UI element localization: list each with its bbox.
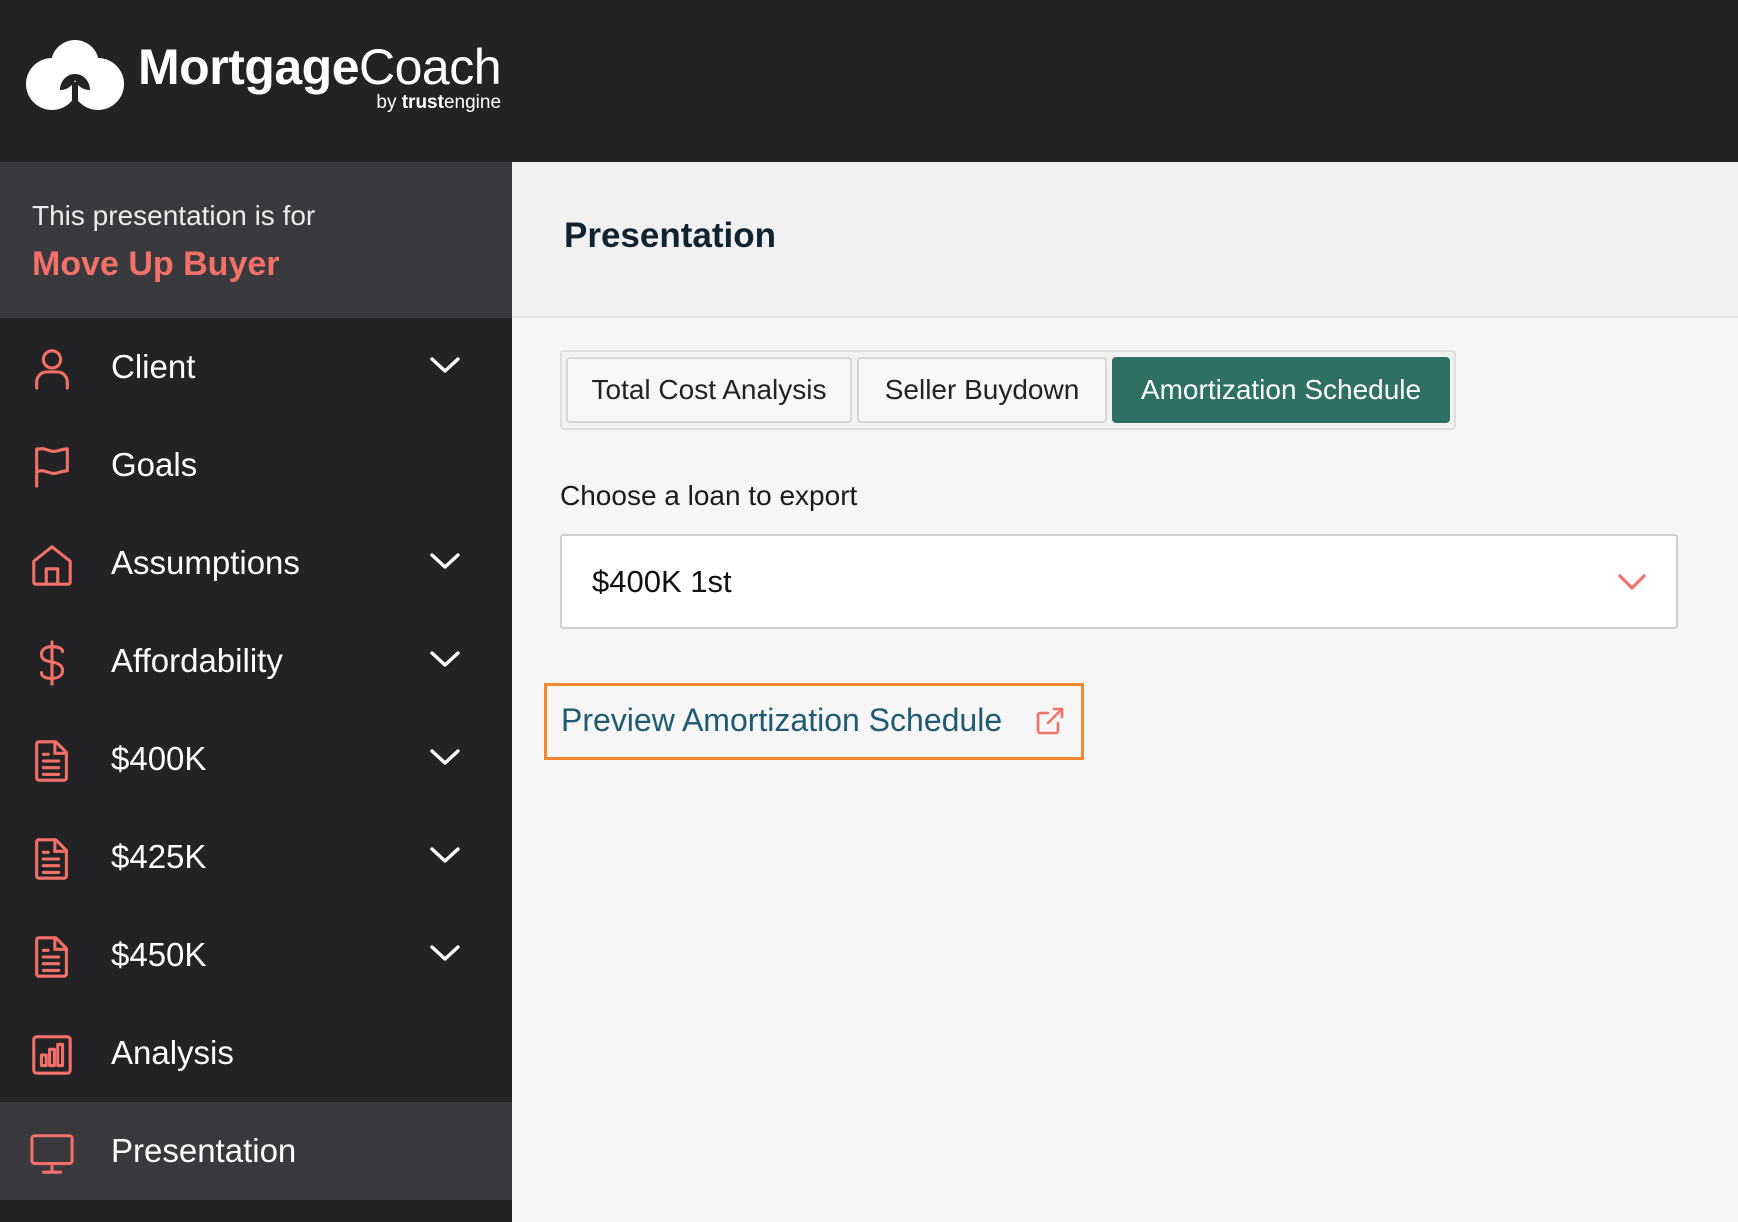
sidebar-item-425k[interactable]: $425K [0, 808, 512, 906]
logo-mark-icon [26, 40, 124, 116]
sidebar-item-affordability[interactable]: Affordability [0, 612, 512, 710]
external-link-icon[interactable] [1035, 706, 1065, 736]
chevron-down-icon[interactable] [428, 940, 462, 966]
preview-amortization-link[interactable]: Preview Amortization Schedule [561, 702, 1002, 739]
sidebar-item-label: Assumptions [111, 544, 300, 581]
loan-select-label: Choose a loan to export [560, 480, 858, 511]
sidebar-item-presentation[interactable]: Presentation [0, 1102, 512, 1200]
export-tabs: Total Cost Analysis Seller Buydown Amort… [560, 350, 1456, 430]
sidebar-item-analysis[interactable]: Analysis [0, 1004, 512, 1102]
person-icon [28, 345, 76, 393]
brand-name-light: Coach [359, 39, 502, 95]
sidebar-item-label: Presentation [111, 1132, 297, 1169]
sidebar-item-label: Affordability [111, 642, 283, 679]
sidebar-item-label: Client [111, 348, 196, 385]
sidebar-item-assumptions[interactable]: Assumptions [0, 514, 512, 612]
loan-select[interactable]: $400K 1st [560, 534, 1678, 629]
sidebar-item-450k[interactable]: $450K [0, 906, 512, 1004]
top-header: MortgageCoach by trustengine [0, 0, 1738, 162]
sidebar-nav: Client Goals Assumptions Affordability $… [0, 318, 512, 1200]
brand-name-bold: Mortgage [138, 39, 360, 95]
sidebar-item-label: Analysis [111, 1034, 234, 1071]
sidebar-item-label: $400K [111, 740, 207, 777]
chevron-down-icon[interactable] [428, 842, 462, 868]
sidebar: This presentation is for Move Up Buyer C… [0, 162, 512, 1222]
monitor-icon [28, 1129, 76, 1177]
tab-seller-buydown[interactable]: Seller Buydown [857, 357, 1107, 423]
client-name: Move Up Buyer [32, 245, 280, 283]
document-icon [28, 835, 76, 883]
sidebar-item-label: $450K [111, 936, 207, 973]
sidebar-item-label: $425K [111, 838, 207, 875]
document-icon [28, 933, 76, 981]
loan-select-value: $400K 1st [592, 564, 732, 599]
sidebar-item-client[interactable]: Client [0, 318, 512, 416]
brand-by: by [376, 92, 402, 113]
document-icon [28, 737, 76, 785]
tab-amortization-schedule[interactable]: Amortization Schedule [1112, 357, 1450, 423]
page-title: Presentation [564, 216, 776, 255]
home-icon [28, 541, 76, 589]
brand-by-bold: trust [401, 92, 444, 113]
sidebar-item-goals[interactable]: Goals [0, 416, 512, 514]
brand-logo[interactable]: MortgageCoach by trustengine [26, 38, 502, 116]
page-header: Presentation [512, 162, 1738, 318]
sidebar-item-label: Goals [111, 446, 198, 483]
chevron-down-icon[interactable] [428, 646, 462, 672]
chevron-down-icon[interactable] [428, 352, 462, 378]
flag-icon [28, 443, 76, 491]
dollar-icon [28, 639, 76, 687]
chevron-down-icon[interactable] [428, 548, 462, 574]
presentation-for-panel: This presentation is for Move Up Buyer [0, 162, 512, 318]
presentation-for-label: This presentation is for [32, 200, 316, 231]
brand-by-light: engine [443, 92, 502, 113]
chart-icon [28, 1031, 76, 1079]
chevron-down-icon[interactable] [428, 744, 462, 770]
tab-total-cost-analysis[interactable]: Total Cost Analysis [566, 357, 852, 423]
chevron-down-icon [1618, 574, 1646, 590]
preview-highlight: Preview Amortization Schedule [544, 683, 1084, 760]
main-content: Presentation Total Cost Analysis Seller … [512, 162, 1738, 1222]
sidebar-item-400k[interactable]: $400K [0, 710, 512, 808]
